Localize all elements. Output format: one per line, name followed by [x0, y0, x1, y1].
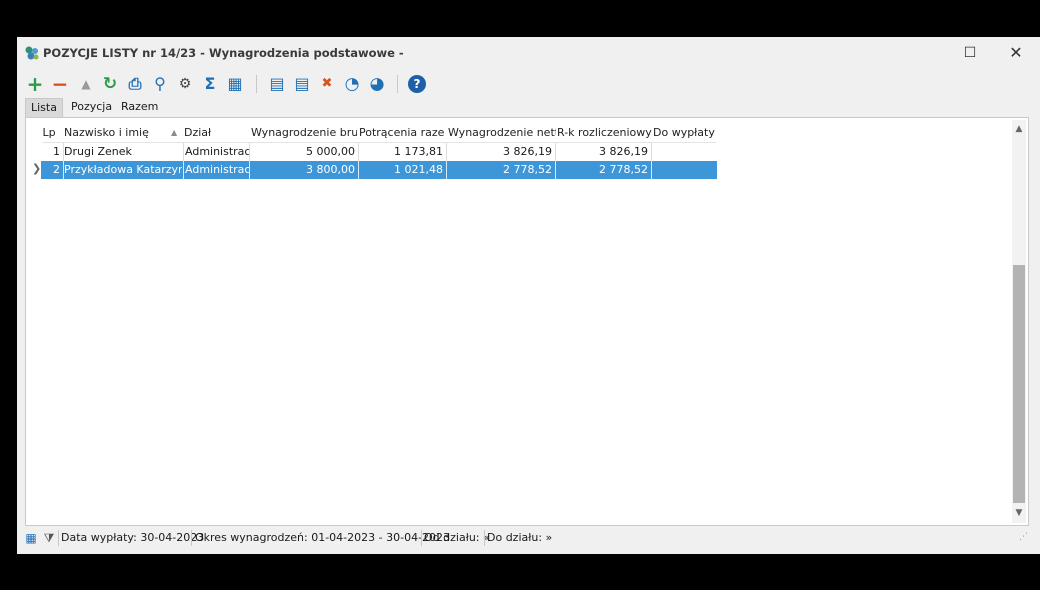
filter-icon[interactable]: ⧩ — [41, 530, 57, 546]
column-header-lp[interactable]: Lp — [42, 124, 56, 142]
sort-ascending-icon: ▲ — [171, 128, 178, 137]
status-do-dzialu: Do działu: » — [487, 531, 553, 544]
status-od-dzialu: Od działu: « — [424, 531, 490, 544]
column-header-rk[interactable]: R-k rozliczeniowy 1 — [557, 124, 653, 142]
cell-rk: 3 826,19 — [599, 145, 648, 158]
close-button[interactable]: ✕ — [1001, 43, 1031, 63]
delete-link-icon[interactable]: ✖ — [317, 73, 337, 95]
warning-icon[interactable]: ▲ — [76, 73, 96, 95]
search-icon[interactable]: ⚲ — [150, 73, 170, 95]
column-header-name[interactable]: Nazwisko i imię — [64, 124, 182, 142]
table-row[interactable]: 2 Przykładowa Katarzyna Administracja 3 … — [41, 161, 717, 179]
cell-name: Przykładowa Katarzyna — [64, 163, 182, 176]
column-header-netto[interactable]: Wynagrodzenie netto — [448, 124, 556, 142]
status-okres: Okres wynagrodzeń: 01-04-2023 - 30-04-20… — [195, 531, 451, 544]
column-header-brutto[interactable]: Wynagrodzenie brutto — [251, 124, 357, 142]
cell-do-wyplaty — [652, 143, 714, 161]
toolbar-separator — [256, 75, 257, 93]
cell-netto: 2 778,52 — [503, 163, 552, 176]
minus-icon[interactable]: − — [50, 73, 70, 95]
cell-name: Drugi Zenek — [64, 145, 132, 158]
sum-icon[interactable]: Σ — [200, 73, 220, 95]
status-data-wyplaty: Data wypłaty: 30-04-2023 — [61, 531, 205, 544]
maximize-button[interactable]: ☐ — [955, 43, 985, 63]
cell-rk: 2 778,52 — [599, 163, 648, 176]
resize-grip-icon[interactable]: ⋰ — [1019, 532, 1028, 542]
print-icon[interactable]: ⎙ — [125, 73, 145, 95]
cell-brutto: 5 000,00 — [306, 145, 355, 158]
cell-lp: 1 — [53, 145, 60, 158]
help-icon[interactable]: ? — [408, 75, 426, 93]
scroll-down-icon[interactable]: ▼ — [1012, 506, 1026, 520]
window-title: POZYCJE LISTY nr 14/23 - Wynagrodzenia p… — [43, 46, 404, 60]
columns-icon[interactable]: ▦ — [225, 73, 245, 95]
settings-icon[interactable]: ⚙ — [175, 73, 195, 95]
cell-brutto: 3 800,00 — [306, 163, 355, 176]
cell-dzial: Administracja — [185, 145, 249, 158]
plus-icon[interactable]: + — [25, 73, 45, 95]
cell-potracenia: 1 021,48 — [394, 163, 443, 176]
cycle-alt-icon[interactable]: ◕ — [367, 73, 387, 95]
tab-pozycja[interactable]: Pozycja — [66, 98, 117, 116]
column-header-potracenia[interactable]: Potrącenia razem — [359, 124, 445, 142]
status-bar: ▦ ⧩ Data wypłaty: 30-04-2023 Okres wynag… — [17, 528, 1040, 548]
report-preview-icon[interactable]: ▤ — [292, 73, 312, 95]
title-bar: POZYCJE LISTY nr 14/23 - Wynagrodzenia p… — [17, 37, 1040, 69]
report-icon[interactable]: ▤ — [267, 73, 287, 95]
column-header-do-wyplaty[interactable]: Do wypłaty — [653, 124, 716, 142]
cell-netto: 3 826,19 — [503, 145, 552, 158]
window: POZYCJE LISTY nr 14/23 - Wynagrodzenia p… — [17, 37, 1040, 554]
row-indicator-icon: ❯ — [32, 162, 42, 175]
tab-razem[interactable]: Razem — [116, 98, 163, 116]
cell-dzial: Administracja — [185, 163, 249, 176]
vertical-scrollbar[interactable]: ▲ ▼ — [1012, 120, 1026, 523]
refresh-icon[interactable]: ↻ — [100, 73, 120, 95]
column-header-dzial[interactable]: Dział — [184, 124, 246, 142]
grid-view-icon[interactable]: ▦ — [23, 530, 39, 546]
scrollbar-thumb[interactable] — [1013, 265, 1025, 503]
cell-lp: 2 — [53, 163, 60, 176]
grid: Lp Nazwisko i imię ▲ Dział Wynagrodzenie… — [25, 117, 1029, 526]
table-row[interactable]: 1 Drugi Zenek Administracja 5 000,00 1 1… — [41, 143, 717, 161]
cell-do-wyplaty — [652, 161, 714, 179]
toolbar-separator — [397, 75, 398, 93]
scroll-up-icon[interactable]: ▲ — [1012, 122, 1026, 136]
cell-potracenia: 1 173,81 — [394, 145, 443, 158]
tab-lista[interactable]: Lista — [25, 98, 63, 117]
cycle-icon[interactable]: ◔ — [342, 73, 362, 95]
app-icon — [25, 46, 39, 60]
